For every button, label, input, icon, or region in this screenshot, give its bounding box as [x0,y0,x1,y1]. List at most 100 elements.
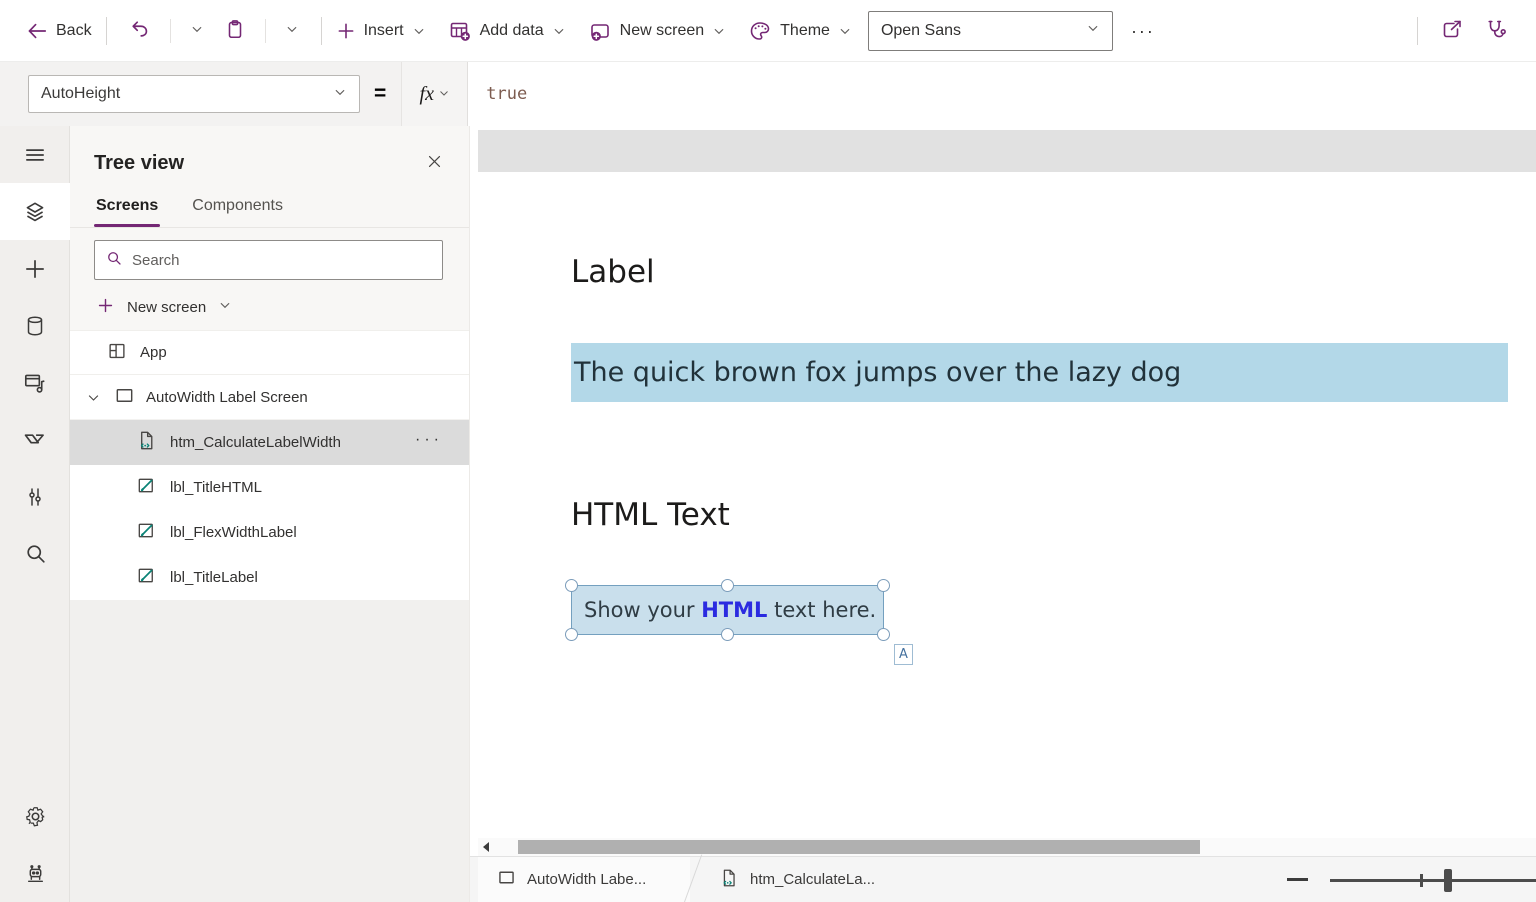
advanced-tools-icon[interactable] [0,468,70,525]
undo-dropdown-chevron[interactable] [180,16,214,45]
divider [1417,17,1418,45]
html-text-prefix: Show your [584,598,701,622]
html-text-icon [135,429,158,456]
share-button[interactable] [1430,11,1474,50]
virtual-agent-icon[interactable] [0,845,70,902]
undo-button[interactable] [119,12,161,49]
theme-button[interactable]: Theme [746,15,854,47]
main-area: Tree view Screens Components [0,126,1536,902]
settings-gear-icon[interactable] [0,788,70,845]
breadcrumb-control[interactable]: htm_CalculateLa... [708,857,885,902]
close-icon [426,158,443,173]
insert-rail-icon[interactable] [0,240,70,297]
tab-components[interactable]: Components [190,197,285,227]
divider [321,17,322,45]
plus-icon [96,296,115,319]
chevron-down-icon [838,24,852,38]
chevron-down-icon [552,24,566,38]
chevron-down-icon [712,24,726,38]
zoom-slider[interactable] [1330,857,1536,902]
canvas-label-control[interactable]: The quick brown fox jumps over the lazy … [571,343,1508,402]
zoom-slider-track[interactable] [1330,879,1536,882]
divider [106,17,107,45]
chevron-down-icon [333,85,347,104]
zoom-slider-thumb[interactable] [1444,869,1452,892]
add-data-button[interactable]: Add data [446,15,568,47]
panel-title: Tree view [94,152,422,175]
search-icon [105,249,123,272]
tree-view-tabs: Screens Components [70,184,469,228]
bottom-bar: AutoWidth Labe... htm_CalculateLa... [470,856,1536,902]
new-screen-tree-button[interactable]: New screen [96,292,232,322]
menu-icon[interactable] [0,126,70,183]
breadcrumb-screen[interactable]: AutoWidth Labe... [478,857,690,902]
selection-handle[interactable] [565,628,578,641]
tree-item-label: lbl_TitleHTML [170,479,469,496]
font-selector-value: Open Sans [881,22,1086,40]
scrollbar-track[interactable] [494,838,1536,856]
panel-filler [70,600,469,902]
tab-screens[interactable]: Screens [94,197,160,227]
html-text-suffix: text here. [767,598,876,622]
paste-dropdown-chevron[interactable] [275,16,309,45]
selection-handle[interactable] [565,579,578,592]
tree-item-app[interactable]: App [70,330,469,375]
command-bar: Back Insert Add d [0,0,1536,62]
back-arrow-icon [26,20,48,42]
tree-item-label: lbl_FlexWidthLabel [170,524,469,541]
canvas-label-title[interactable]: Label [571,254,655,290]
formula-input[interactable] [468,62,1536,126]
formula-field: fx [401,62,1536,126]
close-panel-button[interactable] [422,149,447,177]
font-selector[interactable]: Open Sans [868,11,1113,51]
row-more-button[interactable]: ··· [415,431,469,455]
scrollbar-thumb[interactable] [518,840,1200,854]
chevron-down-icon [190,22,204,39]
canvas-html-title[interactable]: HTML Text [571,497,730,533]
app-checker-icon[interactable] [1474,11,1518,50]
insert-button[interactable]: Insert [334,17,428,45]
screen-icon [496,867,517,892]
fx-dropdown[interactable]: fx [402,62,468,126]
breadcrumb-screen-label: AutoWidth Labe... [527,871,646,888]
new-screen-label: New screen [620,22,704,40]
tree-view-icon[interactable] [0,183,70,240]
tree-item-control[interactable]: lbl_TitleHTML [70,465,469,510]
tree-item-control[interactable]: lbl_FlexWidthLabel [70,510,469,555]
chevron-down-icon[interactable] [84,388,103,407]
zoom-out-button[interactable] [1287,878,1308,881]
fx-glyph: fx [420,83,434,106]
media-icon[interactable] [0,354,70,411]
new-screen-button[interactable]: New screen [586,15,728,47]
tree-item-label: App [140,344,469,361]
tree-item-screen[interactable]: AutoWidth Label Screen [70,375,469,420]
back-button[interactable]: Back [24,16,94,46]
stethoscope-icon [1484,17,1508,44]
scroll-left-arrow[interactable] [478,838,494,856]
equals-sign: = [374,82,386,106]
search-input[interactable] [132,252,432,269]
tree-item-control[interactable]: lbl_TitleLabel [70,555,469,600]
tree-view-header: Tree view Screens Components [70,126,469,330]
more-commands-button[interactable]: ··· [1121,22,1165,40]
tree-item-label: lbl_TitleLabel [170,569,469,586]
tree-item-control[interactable]: htm_CalculateLabelWidth ··· [70,420,469,465]
html-text-icon [718,867,740,893]
search-rail-icon[interactable] [0,525,70,582]
theme-palette-icon [748,19,772,43]
data-icon[interactable] [0,297,70,354]
tree-item-label: htm_CalculateLabelWidth [170,434,403,451]
paste-button[interactable] [214,12,256,49]
selection-handle[interactable] [721,628,734,641]
selection-handle[interactable] [721,579,734,592]
insert-label: Insert [364,22,404,40]
chevron-down-icon [438,87,450,102]
property-dropdown[interactable]: AutoHeight [28,75,360,113]
left-rail [0,126,70,902]
power-automate-icon[interactable] [0,411,70,468]
selection-handle[interactable] [877,628,890,641]
selection-handle[interactable] [877,579,890,592]
html-text-control[interactable]: Show your HTML text here. [571,585,884,635]
html-text-type-badge: A [894,644,913,665]
search-box[interactable] [94,240,443,280]
